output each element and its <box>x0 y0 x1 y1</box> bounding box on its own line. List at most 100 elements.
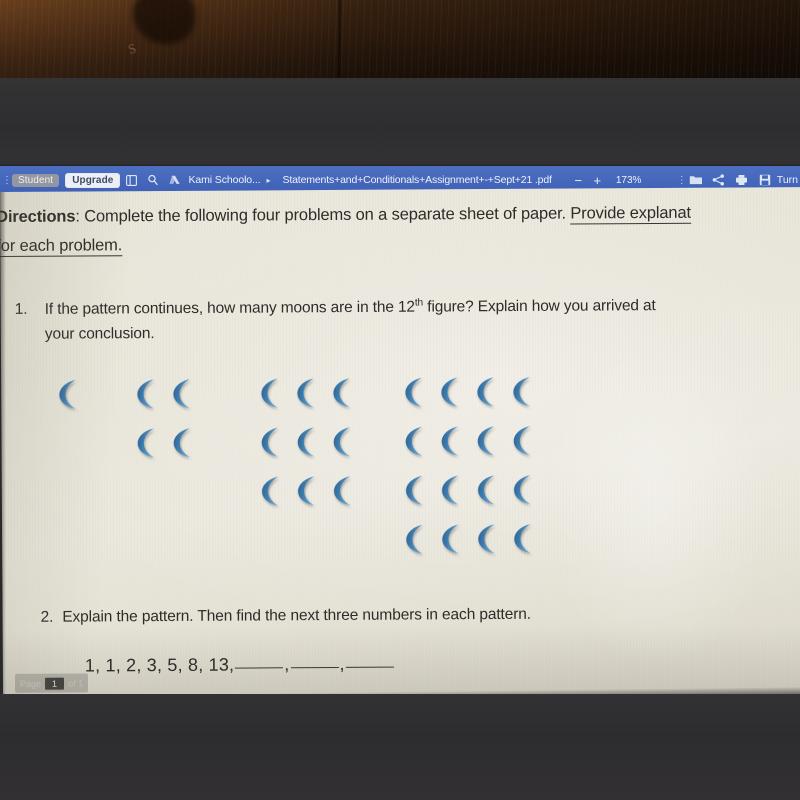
screen-area-below-page <box>0 694 800 800</box>
moon-cell <box>56 377 83 426</box>
photographed-screen: s ⋮ Student Upgrade Kami Schoolo... ▸ St… <box>0 0 800 800</box>
crescent-moon-icon <box>294 425 321 458</box>
moon-cell <box>258 425 285 474</box>
directions-line1: : Complete the following four problems o… <box>75 204 571 226</box>
crescent-moon-icon <box>474 473 501 506</box>
page-label: Page <box>19 678 42 689</box>
crescent-moon-icon <box>510 424 537 457</box>
question-1: 1. If the pattern continues, how many mo… <box>15 293 800 347</box>
moon-cell <box>438 424 465 473</box>
directions-line2-underlined: for each problem. <box>0 235 123 257</box>
crescent-moon-icon <box>170 426 197 459</box>
turn-in-button[interactable]: Turn <box>777 174 798 186</box>
pdf-page: Directions: Complete the following four … <box>0 187 800 700</box>
moon-cell <box>438 473 465 522</box>
page-navigator[interactable]: Page 1 of 1 <box>14 673 89 693</box>
account-name[interactable]: Kami Schoolo... <box>188 174 260 186</box>
moon-cell <box>474 424 501 473</box>
moon-cell <box>330 425 357 474</box>
pattern-figure-1 <box>51 377 87 426</box>
moon-cell <box>439 522 466 571</box>
moon-cell <box>170 377 197 426</box>
question-1-body: If the pattern continues, how many moons… <box>45 293 800 347</box>
menu-dots-icon[interactable]: ⋮ <box>2 175 12 186</box>
wood-grain-texture <box>0 0 800 82</box>
moon-cell <box>474 375 501 424</box>
desk-background: s <box>0 0 800 83</box>
moon-cell <box>134 426 161 475</box>
upgrade-button[interactable]: Upgrade <box>65 172 121 188</box>
answer-blank-1[interactable] <box>235 667 284 669</box>
question-1-line1-b: figure? Explain how you arrived at <box>423 297 656 316</box>
crescent-moon-icon <box>330 474 357 507</box>
moon-cell <box>510 424 537 473</box>
crescent-moon-icon <box>510 473 537 506</box>
crescent-moon-icon <box>170 377 197 410</box>
crescent-moon-icon <box>134 377 161 410</box>
answer-blank-3[interactable] <box>345 666 394 668</box>
zoom-in-button[interactable]: + <box>589 172 606 189</box>
crescent-moon-icon <box>474 375 501 408</box>
crescent-moon-icon <box>294 474 321 507</box>
pattern-figure-2 <box>129 377 202 475</box>
directions-paragraph: Directions: Complete the following four … <box>0 199 800 259</box>
moon-cell <box>330 376 357 425</box>
moon-cell <box>402 473 429 522</box>
crescent-moon-icon <box>402 424 429 457</box>
crescent-moon-icon <box>56 377 83 410</box>
crescent-moon-icon <box>511 522 538 555</box>
student-badge: Student <box>12 173 60 187</box>
crescent-moon-icon <box>438 473 465 506</box>
moon-cell <box>402 375 429 424</box>
moon-cell <box>294 425 321 474</box>
moon-cell <box>510 375 537 424</box>
moon-cell <box>475 522 502 571</box>
crescent-moon-icon <box>258 425 285 458</box>
google-drive-icon[interactable] <box>164 170 186 190</box>
question-2-number: 2. <box>40 608 54 626</box>
moon-cell <box>258 376 285 425</box>
screen-bezel <box>0 78 800 170</box>
zoom-level-value: 173% <box>615 174 642 186</box>
crescent-moon-icon <box>403 522 430 555</box>
moon-cell <box>294 376 321 425</box>
moon-cell <box>170 426 197 475</box>
crescent-moon-icon <box>438 375 465 408</box>
moon-cell <box>510 473 537 522</box>
crescent-moon-icon <box>474 424 501 457</box>
pattern-figure-4 <box>397 375 542 572</box>
question-2-text: Explain the pattern. Then find the next … <box>62 605 532 626</box>
document-title: Statements+and+Conditionals+Assignment+-… <box>282 174 552 186</box>
crescent-moon-icon <box>402 473 429 506</box>
directions-line2-wrapper: for each problem. <box>0 228 800 260</box>
page-number-input[interactable]: 1 <box>44 677 65 690</box>
answer-blank-2[interactable] <box>290 666 339 669</box>
directions-label: Directions <box>0 207 76 227</box>
moon-cell <box>134 377 161 426</box>
sidebar-panel-icon[interactable] <box>120 170 142 190</box>
moon-cell <box>474 473 501 522</box>
moon-cell <box>258 474 285 523</box>
crescent-moon-icon <box>510 375 537 408</box>
pattern-figure-3 <box>253 376 362 524</box>
crescent-moon-icon <box>258 376 285 409</box>
page-total: of 1 <box>68 678 84 689</box>
crescent-moon-icon <box>134 426 161 459</box>
question-1-line2: your conclusion. <box>44 324 155 343</box>
crescent-moon-icon <box>438 424 465 457</box>
fibonacci-sequence: 1, 1, 2, 3, 5, 8, 13,,, <box>85 654 395 677</box>
moon-cell <box>511 522 538 571</box>
document-content: Directions: Complete the following four … <box>0 187 800 700</box>
question-1-number: 1. <box>14 300 28 318</box>
crescent-moon-icon <box>439 522 466 555</box>
zoom-out-button[interactable]: − <box>570 172 587 189</box>
page-left-shadow <box>0 192 6 697</box>
crescent-moon-icon <box>475 522 502 555</box>
search-icon[interactable] <box>142 170 164 190</box>
overflow-menu-icon[interactable]: ⋮ <box>677 175 687 186</box>
directions-line1-underlined: Provide explanat <box>570 203 691 225</box>
crescent-moon-icon <box>330 376 357 409</box>
moon-cell <box>403 522 430 571</box>
moon-cell <box>294 474 321 523</box>
sequence-numbers: 1, 1, 2, 3, 5, 8, 13, <box>84 654 235 676</box>
